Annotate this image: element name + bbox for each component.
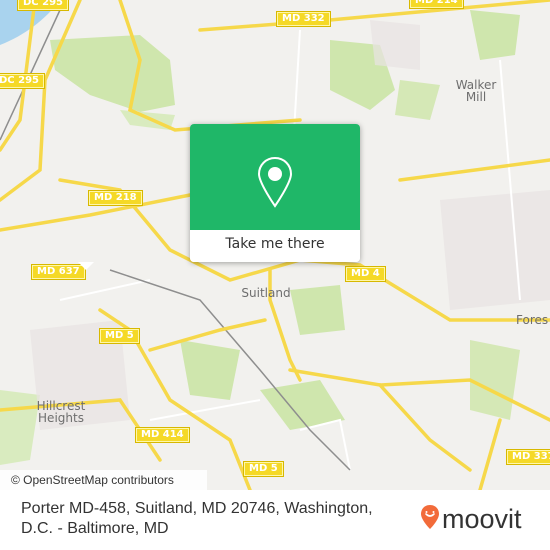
route-shield-md-337: MD 337 — [506, 449, 550, 465]
address-text: Porter MD-458, Suitland, MD 20746, Washi… — [21, 500, 373, 537]
place-label-suitland: Suitland — [241, 286, 291, 300]
residential-area — [370, 20, 420, 70]
footer: Porter MD-458, Suitland, MD 20746, Washi… — [0, 490, 550, 550]
park-area — [470, 10, 520, 60]
park-area — [180, 340, 240, 400]
map-attribution[interactable]: © OpenStreetMap contributors — [0, 470, 207, 490]
route-shield-md-332: MD 332 — [276, 11, 331, 27]
park-area — [395, 80, 440, 120]
route-shield-md-5: MD 5 — [99, 328, 140, 344]
park-area — [290, 285, 345, 335]
popup-header — [190, 124, 360, 230]
residential-area — [440, 190, 550, 310]
moovit-wordmark: moovit — [442, 504, 522, 534]
route-shield-dc-295: DC 295 — [17, 0, 69, 11]
route-shield-md-414: MD 414 — [135, 427, 190, 443]
park-area — [470, 340, 520, 420]
location-popup: Take me there — [190, 124, 360, 262]
moovit-pin-icon — [420, 504, 440, 534]
place-label-hillcrest-heights: Hillcrest Heights — [36, 399, 86, 425]
route-shield-dc-295: DC 295 — [0, 73, 45, 89]
take-me-there-button[interactable]: Take me there — [190, 230, 360, 262]
route-shield-md-4: MD 4 — [345, 266, 386, 282]
place-label-forestville: Fores — [516, 313, 549, 327]
route-shield-md-218: MD 218 — [88, 190, 143, 206]
popup-pointer — [78, 262, 94, 270]
map-pin-icon — [257, 156, 293, 212]
route-shield-md-214: MD 214 — [409, 0, 464, 9]
route-shield-md-5: MD 5 — [243, 461, 284, 477]
route-shield-md-637: MD 637 — [31, 264, 86, 280]
park-area — [50, 35, 175, 112]
place-label-walker-mill: Walker Mill — [455, 78, 497, 104]
moovit-logo[interactable]: moovit — [420, 504, 522, 534]
